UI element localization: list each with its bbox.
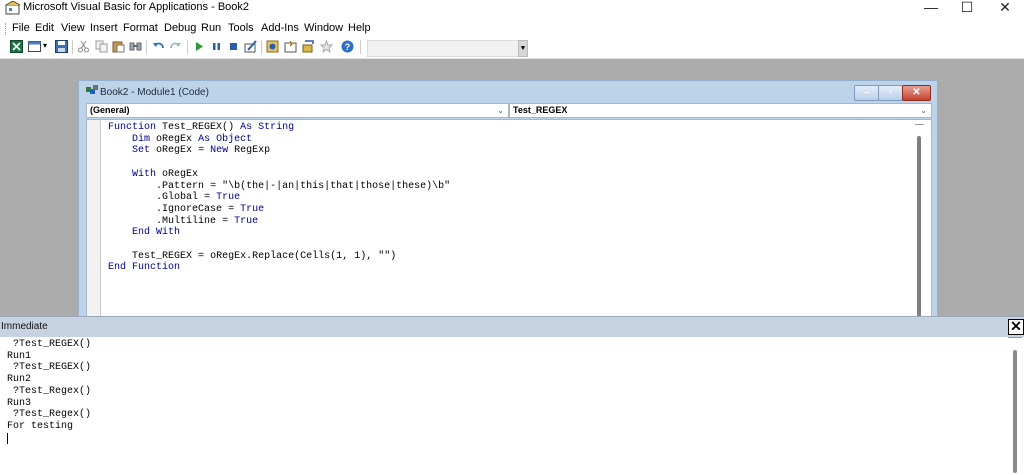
immediate-close-button[interactable]: ✕ (1008, 319, 1024, 335)
procedure-combo[interactable]: Test_REGEX ⌄ (509, 103, 932, 118)
immediate-title-bar: Immediate ✕ (0, 316, 1024, 337)
menu-view[interactable]: View (61, 22, 85, 34)
menu-window[interactable]: Window (304, 22, 343, 34)
project-explorer-icon[interactable] (266, 40, 279, 53)
menu-help[interactable]: Help (348, 22, 371, 34)
menu-format[interactable]: Format (123, 22, 158, 34)
immediate-window[interactable]: ?Test_REGEX() Run1 ?Test_REGEX() Run2 ?Tes… (0, 337, 1024, 475)
code-margin[interactable] (87, 120, 101, 318)
immediate-text[interactable]: ?Test_REGEX() Run1 ?Test_REGEX() Run2 ?Tes… (7, 339, 91, 433)
text-caret (7, 433, 8, 444)
close-button[interactable]: ✕ (982, 0, 1024, 17)
immediate-line[interactable]: Run1 (7, 351, 91, 363)
chevron-down-icon[interactable]: ▼ (518, 40, 528, 57)
properties-window-icon[interactable] (284, 40, 297, 53)
run-icon[interactable] (193, 40, 206, 53)
menu-bar: File Edit View Insert Format Debug Run T… (0, 20, 1024, 37)
redo-icon[interactable] (169, 40, 182, 53)
reset-icon[interactable] (227, 40, 240, 53)
immediate-line[interactable]: Run3 (7, 398, 91, 410)
help-icon[interactable]: ? (341, 40, 354, 53)
menu-insert[interactable]: Insert (90, 22, 118, 34)
code-line[interactable]: Set oRegEx = New RegExp (108, 145, 450, 157)
menu-file[interactable]: File (12, 22, 30, 34)
code-line[interactable]: .IgnoreCase = True (108, 204, 450, 216)
paste-icon[interactable] (112, 40, 125, 53)
object-combo-value: (General) (90, 105, 130, 115)
copy-icon[interactable] (95, 40, 108, 53)
toolbar-separator (261, 40, 262, 54)
code-line[interactable]: End Function (108, 262, 450, 274)
cut-icon[interactable] (77, 40, 90, 53)
break-icon[interactable] (210, 40, 223, 53)
module-icon (86, 85, 98, 94)
toolbar-status-box (367, 40, 521, 57)
toolbar-separator (146, 40, 147, 54)
excel-icon[interactable] (10, 40, 23, 53)
vba-app-icon (5, 1, 21, 15)
menu-add-ins[interactable]: Add-Ins (261, 22, 299, 34)
svg-text:?: ? (345, 42, 351, 52)
title-bar: Microsoft Visual Basic for Applications … (0, 0, 1024, 17)
code-line[interactable]: End With (108, 227, 450, 239)
code-window-title: Book2 - Module1 (Code) (100, 87, 209, 98)
code-line[interactable] (108, 157, 450, 169)
immediate-title: Immediate (1, 321, 48, 332)
code-line[interactable]: .Global = True (108, 192, 450, 204)
code-line[interactable]: Function Test_REGEX() As String (108, 122, 450, 134)
code-line[interactable] (108, 239, 450, 251)
code-editor[interactable]: Function Test_REGEX() As String Dim oReg… (86, 119, 932, 319)
immediate-line[interactable]: Run2 (7, 374, 91, 386)
code-line[interactable]: Dim oRegEx As Object (108, 134, 450, 146)
menu-run[interactable]: Run (201, 22, 221, 34)
scrollbar-splitter[interactable] (915, 120, 924, 125)
menu-edit[interactable]: Edit (35, 22, 54, 34)
undo-icon[interactable] (152, 40, 165, 53)
immediate-scrollbar-thumb[interactable] (1013, 350, 1017, 473)
code-line[interactable]: .Multiline = True (108, 216, 450, 228)
code-window-maximize-button[interactable]: ▫ (878, 85, 903, 101)
toolbox-icon[interactable] (320, 40, 333, 53)
code-text[interactable]: Function Test_REGEX() As String Dim oReg… (108, 122, 450, 274)
chevron-down-icon[interactable]: ⌄ (920, 104, 927, 117)
chevron-down-icon[interactable]: ⌄ (497, 104, 504, 117)
toolbar-separator (360, 40, 361, 54)
menu-tools[interactable]: Tools (228, 22, 254, 34)
immediate-line[interactable]: ?Test_REGEX() (7, 362, 91, 374)
immediate-line[interactable]: ?Test_Regex() (7, 409, 91, 421)
code-line[interactable]: Test_REGEX = oRegEx.Replace(Cells(1, 1),… (108, 251, 450, 263)
immediate-line[interactable]: For testing (7, 421, 91, 433)
toolbar-separator (187, 40, 188, 54)
design-mode-icon[interactable] (244, 40, 257, 53)
insert-userform-icon[interactable] (28, 40, 41, 53)
chevron-down-icon[interactable]: ▾ (43, 41, 47, 50)
immediate-line[interactable]: ?Test_REGEX() (7, 339, 91, 351)
menu-debug[interactable]: Debug (164, 22, 196, 34)
toolbar-separator (72, 40, 73, 54)
immediate-line[interactable]: ?Test_Regex() (7, 386, 91, 398)
code-window-close-button[interactable]: ✕ (902, 85, 931, 101)
save-icon[interactable] (55, 40, 68, 53)
standard-toolbar: ▾ ? ▼ (0, 37, 1024, 59)
code-line[interactable]: .Pattern = "\b(the|-|an|this|that|those|… (108, 181, 450, 193)
code-vertical-scrollbar[interactable] (915, 120, 924, 318)
find-icon[interactable] (129, 40, 142, 53)
scrollbar-thumb[interactable] (917, 136, 921, 318)
object-browser-icon[interactable] (302, 40, 315, 53)
scrollbar-splitter[interactable] (1008, 337, 1022, 338)
object-combo[interactable]: (General) ⌄ (86, 103, 509, 118)
code-window-minimize-button[interactable]: – (854, 85, 879, 101)
code-line[interactable]: With oRegEx (108, 169, 450, 181)
window-title: Microsoft Visual Basic for Applications … (23, 1, 250, 13)
code-window: Book2 - Module1 (Code) – ▫ ✕ (General) ⌄… (78, 80, 938, 319)
procedure-combo-value: Test_REGEX (513, 105, 568, 115)
menu-grip (5, 23, 9, 35)
